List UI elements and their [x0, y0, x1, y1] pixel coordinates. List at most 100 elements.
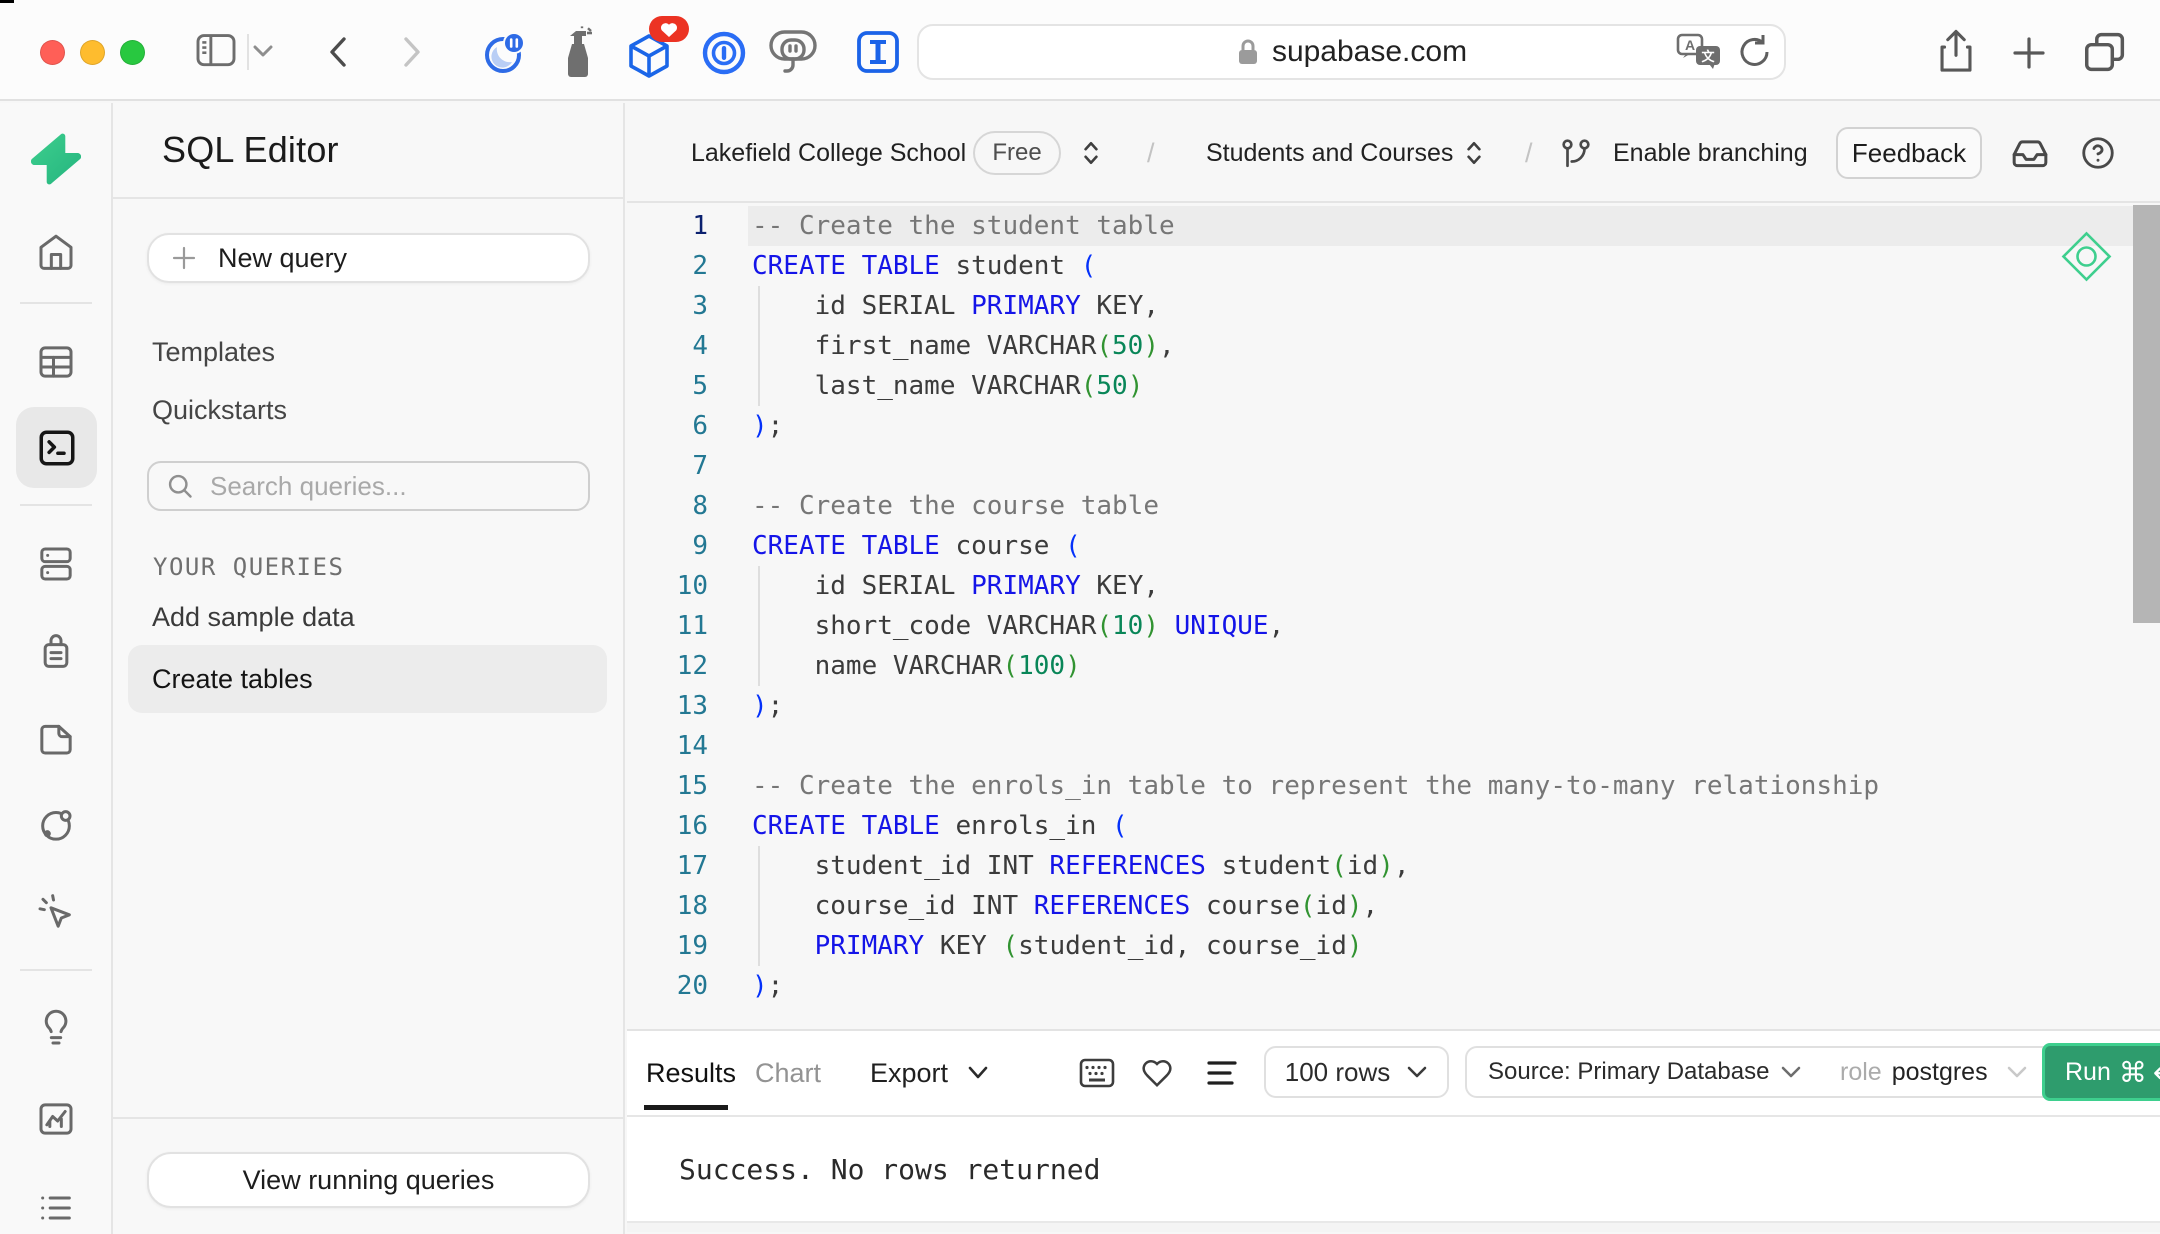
sidebar-link-quickstarts[interactable]: Quickstarts — [152, 395, 287, 426]
line-number: 11 — [627, 606, 708, 646]
tab-chart[interactable]: Chart — [755, 1031, 821, 1115]
share-icon[interactable] — [1936, 29, 1976, 75]
sidebar-header: SQL Editor — [113, 103, 623, 199]
code-line-19[interactable]: 19 PRIMARY KEY (student_id, course_id) — [627, 926, 2160, 966]
code-line-20[interactable]: 20); — [627, 966, 2160, 1006]
format-lines-icon[interactable] — [1207, 1031, 1237, 1115]
tab-overview-icon[interactable] — [2083, 31, 2127, 73]
keyboard-shortcuts-icon[interactable] — [1079, 1031, 1115, 1115]
code-line-9[interactable]: 9CREATE TABLE course ( — [627, 526, 2160, 566]
back-icon[interactable] — [324, 34, 354, 70]
sidebar-item-sql-editor[interactable] — [16, 407, 97, 488]
code-line-2[interactable]: 2CREATE TABLE student ( — [627, 246, 2160, 286]
forward-icon[interactable] — [396, 34, 426, 70]
code-editor[interactable]: 1-- Create the student table2CREATE TABL… — [627, 205, 2160, 1029]
query-item-create-tables[interactable]: Create tables — [128, 645, 607, 713]
code-line-10[interactable]: 10 id SERIAL PRIMARY KEY, — [627, 566, 2160, 606]
help-circle-icon[interactable] — [2080, 103, 2116, 203]
breadcrumb-bar: Lakefield College School Free / Students… — [627, 103, 2160, 203]
window-zoom-button[interactable] — [120, 40, 145, 65]
code-line-18[interactable]: 18 course_id INT REFERENCES course(id), — [627, 886, 2160, 926]
breadcrumb-separator: / — [1525, 103, 1533, 203]
editor-scrollbar[interactable] — [2133, 205, 2160, 623]
code-line-4[interactable]: 4 first_name VARCHAR(50), — [627, 326, 2160, 366]
sidebar-item-assistant[interactable] — [0, 1000, 111, 1055]
sidebar-link-templates[interactable]: Templates — [152, 337, 275, 368]
code-line-5[interactable]: 5 last_name VARCHAR(50) — [627, 366, 2160, 406]
source-select[interactable]: Source: Primary Database — [1465, 1046, 1820, 1098]
elephant-icon[interactable] — [769, 30, 817, 76]
nav-rail — [0, 103, 113, 1234]
export-label: Export — [870, 1058, 948, 1089]
window-minimize-button[interactable] — [80, 40, 105, 65]
tab-results-label: Results — [646, 1058, 736, 1089]
sidebar-item-authentication[interactable] — [0, 623, 111, 678]
search-queries-box — [147, 461, 590, 511]
sql-editor-sidebar: SQL Editor New query Templates Quickstar… — [113, 103, 625, 1234]
toolbar-chevron-down-icon[interactable] — [252, 44, 274, 58]
new-tab-icon[interactable] — [2012, 36, 2046, 70]
org-switcher-chevrons-icon[interactable] — [1078, 103, 1104, 203]
code-line-17[interactable]: 17 student_id INT REFERENCES student(id)… — [627, 846, 2160, 886]
rows-limit-value: 100 rows — [1285, 1057, 1391, 1088]
new-query-button[interactable]: New query — [147, 233, 590, 283]
line-number: 6 — [627, 406, 708, 446]
code-line-13[interactable]: 13); — [627, 686, 2160, 726]
instapaper-icon[interactable] — [857, 31, 899, 73]
query-item-add-sample-data[interactable]: Add sample data — [152, 602, 355, 633]
export-button[interactable]: Export — [870, 1031, 990, 1115]
role-select[interactable]: role postgres — [1818, 1046, 2044, 1098]
spray-bottle-icon[interactable] — [560, 26, 596, 80]
run-button[interactable]: Run ⌘ ↵ — [2042, 1043, 2160, 1101]
sidebar-item-reports[interactable] — [0, 1091, 111, 1146]
view-running-queries-button[interactable]: View running queries — [147, 1152, 590, 1208]
search-queries-input[interactable] — [208, 470, 568, 503]
code-text: course_id INT REFERENCES course(id), — [752, 891, 1378, 921]
code-line-11[interactable]: 11 short_code VARCHAR(10) UNIQUE, — [627, 606, 2160, 646]
code-line-15[interactable]: 15-- Create the enrols_in table to repre… — [627, 766, 2160, 806]
code-line-7[interactable]: 7 — [627, 446, 2160, 486]
line-number: 7 — [627, 446, 708, 486]
code-line-6[interactable]: 6); — [627, 406, 2160, 446]
reload-icon[interactable] — [1736, 32, 1774, 72]
sidebar-item-logs[interactable] — [0, 1180, 111, 1234]
results-toolbar: Results Chart Export — [627, 1029, 2160, 1117]
code-line-1[interactable]: 1-- Create the student table — [627, 206, 2160, 246]
browser-toolbar: supabase.com A 文 — [0, 0, 2160, 101]
sidebar-toggle-icon[interactable] — [195, 33, 237, 69]
code-text: -- Create the enrols_in table to represe… — [752, 771, 1879, 801]
inbox-icon[interactable] — [2011, 103, 2049, 203]
screen-dimmer-icon[interactable] — [483, 31, 527, 75]
code-line-16[interactable]: 16CREATE TABLE enrols_in ( — [627, 806, 2160, 846]
sidebar-item-storage[interactable] — [0, 710, 111, 765]
project-switcher-chevrons-icon[interactable] — [1461, 103, 1487, 203]
favorite-heart-icon[interactable] — [1141, 1031, 1173, 1115]
main-content: Lakefield College School Free / Students… — [627, 103, 2160, 1234]
sidebar-item-table-editor[interactable] — [0, 334, 111, 389]
code-text: -- Create the student table — [752, 211, 1175, 241]
sidebar-item-advisors[interactable] — [0, 884, 111, 939]
toolbar-divider — [247, 34, 249, 70]
supabase-logo[interactable] — [0, 131, 111, 186]
tab-results[interactable]: Results — [646, 1031, 736, 1115]
package-cube-heart-icon[interactable] — [627, 14, 691, 80]
line-number: 17 — [627, 846, 708, 886]
line-number: 13 — [627, 686, 708, 726]
feedback-button[interactable]: Feedback — [1836, 127, 1982, 179]
code-line-8[interactable]: 8-- Create the course table — [627, 486, 2160, 526]
sidebar-item-home[interactable] — [0, 224, 111, 279]
enable-branching-button[interactable]: Enable branching — [1613, 103, 1808, 203]
address-bar[interactable]: supabase.com A 文 — [917, 24, 1786, 80]
rows-limit-select[interactable]: 100 rows — [1264, 1046, 1449, 1098]
breadcrumb-org[interactable]: Lakefield College School — [691, 103, 966, 203]
translate-icon[interactable]: A 文 — [1676, 33, 1722, 71]
code-line-14[interactable]: 14 — [627, 726, 2160, 766]
code-line-3[interactable]: 3 id SERIAL PRIMARY KEY, — [627, 286, 2160, 326]
ai-assistant-icon[interactable] — [2060, 230, 2113, 283]
sidebar-item-database[interactable] — [0, 536, 111, 591]
breadcrumb-project[interactable]: Students and Courses — [1206, 103, 1453, 203]
code-line-12[interactable]: 12 name VARCHAR(100) — [627, 646, 2160, 686]
window-close-button[interactable] — [40, 40, 65, 65]
onepassword-icon[interactable] — [702, 31, 746, 75]
sidebar-item-realtime[interactable] — [0, 797, 111, 852]
